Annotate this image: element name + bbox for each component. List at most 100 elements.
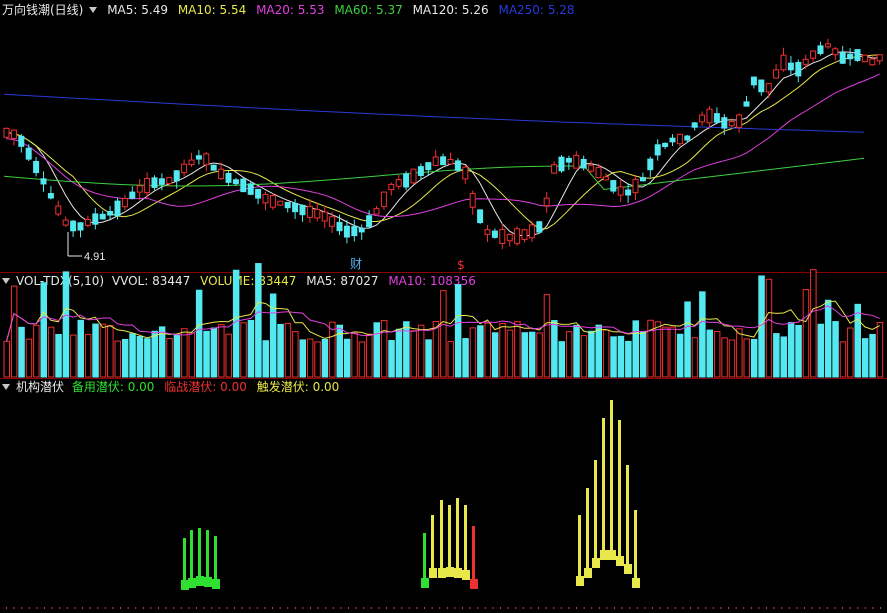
indicator-block	[608, 550, 616, 560]
finance-event-marker[interactable]: 财	[350, 257, 362, 271]
volume-bar	[765, 278, 773, 378]
x-axis-tick	[363, 607, 365, 609]
low-price-marker: 4.91	[67, 232, 105, 263]
volume-bar	[558, 341, 565, 378]
candlestick-series	[3, 38, 883, 250]
volume-bar	[410, 330, 417, 378]
ma250-line	[3, 93, 865, 133]
volume-bar	[536, 332, 543, 378]
candle-body	[129, 191, 136, 199]
candle-body	[166, 176, 173, 185]
x-axis-tick	[424, 607, 425, 609]
candle-body	[847, 53, 854, 60]
x-axis-tick	[583, 607, 585, 609]
volume-bar	[699, 291, 706, 378]
x-axis-tick	[218, 607, 220, 609]
volume-bar	[506, 329, 514, 378]
candle-body	[225, 172, 232, 183]
candle-body	[107, 210, 114, 216]
indicator-block	[584, 568, 592, 578]
x-axis-tick	[484, 607, 486, 609]
x-axis-tick	[234, 607, 235, 609]
volume-bar	[514, 321, 521, 378]
x-axis-tick	[735, 607, 737, 609]
candle-body	[114, 200, 121, 217]
candle-body	[380, 191, 387, 208]
candle-body	[632, 178, 639, 194]
candle-body	[18, 135, 25, 147]
x-axis-tick	[355, 607, 357, 609]
candle-body	[306, 205, 313, 218]
candle-body	[839, 52, 846, 64]
volume-bar	[750, 338, 758, 378]
candle-body	[595, 167, 602, 179]
candle-body	[728, 120, 735, 127]
candle-body	[876, 54, 883, 62]
volume-bar	[292, 331, 299, 378]
volume-bar	[380, 320, 388, 378]
volume-bar	[388, 339, 395, 378]
x-axis-tick	[522, 607, 524, 609]
candle-body	[795, 61, 802, 77]
x-axis-tick	[652, 607, 653, 609]
candle-body	[602, 176, 609, 181]
candle-body	[662, 142, 669, 148]
volume-bar	[839, 341, 847, 378]
volume-bar	[499, 323, 506, 378]
volume-bar	[691, 337, 699, 378]
candle-body	[765, 83, 772, 93]
volume-bar	[706, 329, 713, 378]
candle-body	[240, 178, 247, 193]
x-axis-tick	[690, 607, 691, 609]
x-axis-tick	[766, 607, 767, 609]
candle-body	[277, 200, 284, 206]
candle-body	[84, 219, 91, 226]
x-axis-tick	[857, 607, 859, 609]
x-axis-tick	[211, 607, 213, 609]
x-axis-tick	[872, 607, 874, 609]
volume-bar	[669, 326, 676, 378]
volume-bar	[580, 335, 588, 378]
candle-body	[218, 168, 225, 180]
x-axis-tick	[667, 607, 669, 609]
volume-bar	[491, 332, 499, 378]
volume-bar	[861, 338, 869, 378]
volume-bar	[528, 331, 536, 378]
volume-bar	[336, 324, 343, 378]
volume-bar	[299, 339, 306, 378]
volume-bar	[736, 328, 743, 378]
indicator-spike	[448, 505, 451, 577]
x-axis-tick	[614, 607, 615, 609]
x-axis-tick	[591, 607, 593, 609]
volume-bar	[551, 320, 558, 378]
candle-body	[824, 43, 831, 48]
x-axis-tick	[89, 607, 91, 609]
x-axis-tick	[728, 607, 729, 609]
candle-body	[247, 183, 254, 195]
volume-bar	[277, 323, 284, 378]
x-axis-tick	[165, 607, 167, 609]
indicator-block	[181, 580, 189, 590]
volume-bar	[854, 303, 861, 378]
dividend-event-marker[interactable]: $	[457, 258, 465, 272]
volume-bar	[602, 329, 610, 378]
x-axis-tick	[386, 607, 387, 609]
x-axis-tick	[226, 607, 228, 609]
volume-bar	[662, 326, 669, 378]
x-axis-tick	[712, 607, 714, 609]
volume-bar	[329, 321, 336, 378]
volume-bar	[810, 269, 817, 378]
x-axis-tick	[317, 607, 319, 609]
volume-bar	[40, 282, 47, 378]
candle-body	[40, 178, 47, 185]
x-axis-tick	[97, 607, 99, 609]
indicator-block	[204, 577, 212, 587]
x-axis-tick	[545, 607, 547, 609]
volume-bar	[247, 319, 255, 378]
volume-bar	[743, 338, 750, 378]
kline-chart-canvas[interactable]: 4.91 财 $	[0, 0, 887, 613]
candle-body	[269, 195, 276, 208]
x-axis-tick	[51, 607, 53, 609]
volume-bar	[684, 301, 691, 378]
candle-body	[25, 147, 32, 160]
